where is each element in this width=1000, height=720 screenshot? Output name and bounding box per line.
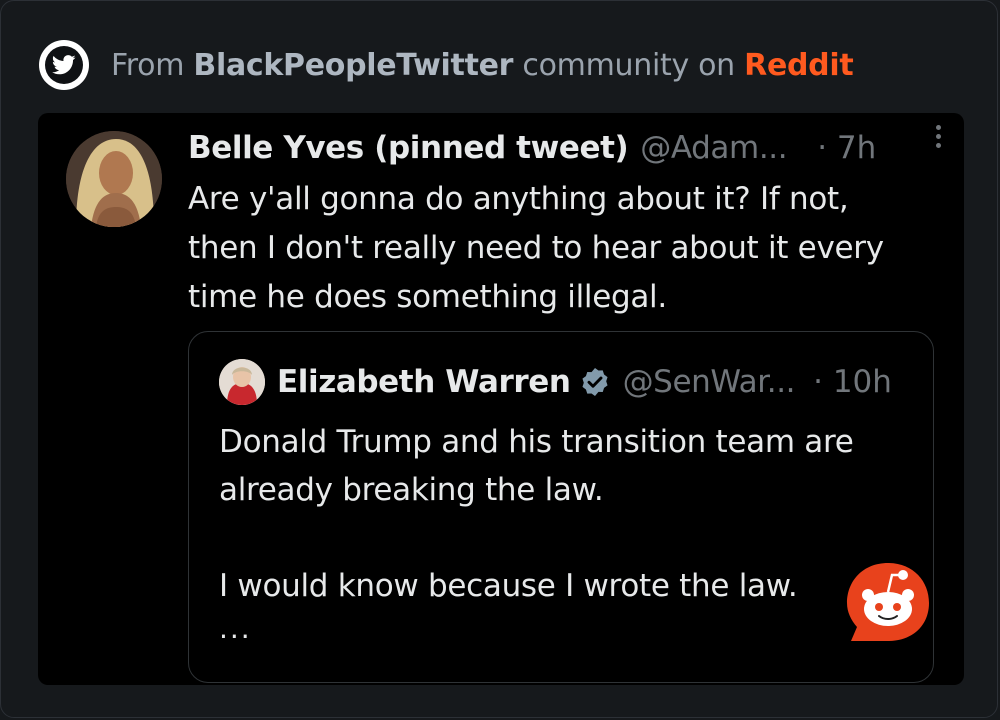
quoted-author-name[interactable]: Elizabeth Warren (277, 364, 571, 400)
avatar[interactable] (66, 131, 162, 227)
quoted-header: Elizabeth Warren @SenWar... · 10h (277, 360, 892, 404)
truncation-ellipsis: ... (219, 612, 252, 645)
source-header: From BlackPeopleTwitter community on Red… (39, 39, 854, 91)
reddit-embed-card: From BlackPeopleTwitter community on Red… (0, 0, 998, 718)
tweet-author-name[interactable]: Belle Yves (pinned tweet) (188, 130, 629, 166)
tweet-author-handle[interactable]: @Adam... (640, 130, 787, 166)
tweet-header: Belle Yves (pinned tweet) @Adam... · 7h (188, 127, 928, 169)
quoted-line: Donald Trump and his transition team are (219, 424, 854, 460)
community-link[interactable]: BlackPeopleTwitter (193, 48, 513, 83)
tweet-line: time he does something illegal. (188, 279, 667, 315)
quoted-avatar[interactable] (219, 359, 265, 405)
reddit-link[interactable]: Reddit (744, 48, 854, 83)
verified-badge-icon (582, 368, 608, 396)
header-prefix: From (111, 47, 185, 83)
tweet-timestamp[interactable]: · 7h (817, 130, 876, 166)
tweet-line: Are y'all gonna do anything about it? If… (188, 181, 849, 217)
quoted-line: already breaking the law. (219, 472, 604, 508)
quoted-line: I would know because I wrote the law. (219, 568, 798, 604)
quoted-body: Donald Trump and his transition team are… (219, 418, 909, 610)
reddit-snoo-icon[interactable] (843, 557, 933, 647)
twitter-bird-icon (39, 40, 89, 90)
tweet-body: Are y'all gonna do anything about it? If… (188, 175, 928, 322)
header-middle: community on (522, 47, 735, 83)
quoted-timestamp[interactable]: · 10h (813, 364, 892, 400)
tweet-container: Belle Yves (pinned tweet) @Adam... · 7h … (38, 113, 964, 685)
tweet-line: then I don't really need to hear about i… (188, 230, 884, 266)
quoted-author-handle[interactable]: @SenWar... (623, 364, 796, 400)
quoted-tweet[interactable]: Elizabeth Warren @SenWar... · 10h Donald… (188, 331, 934, 683)
header-text: From BlackPeopleTwitter community on Red… (111, 47, 854, 83)
more-vertical-icon[interactable] (932, 121, 944, 151)
